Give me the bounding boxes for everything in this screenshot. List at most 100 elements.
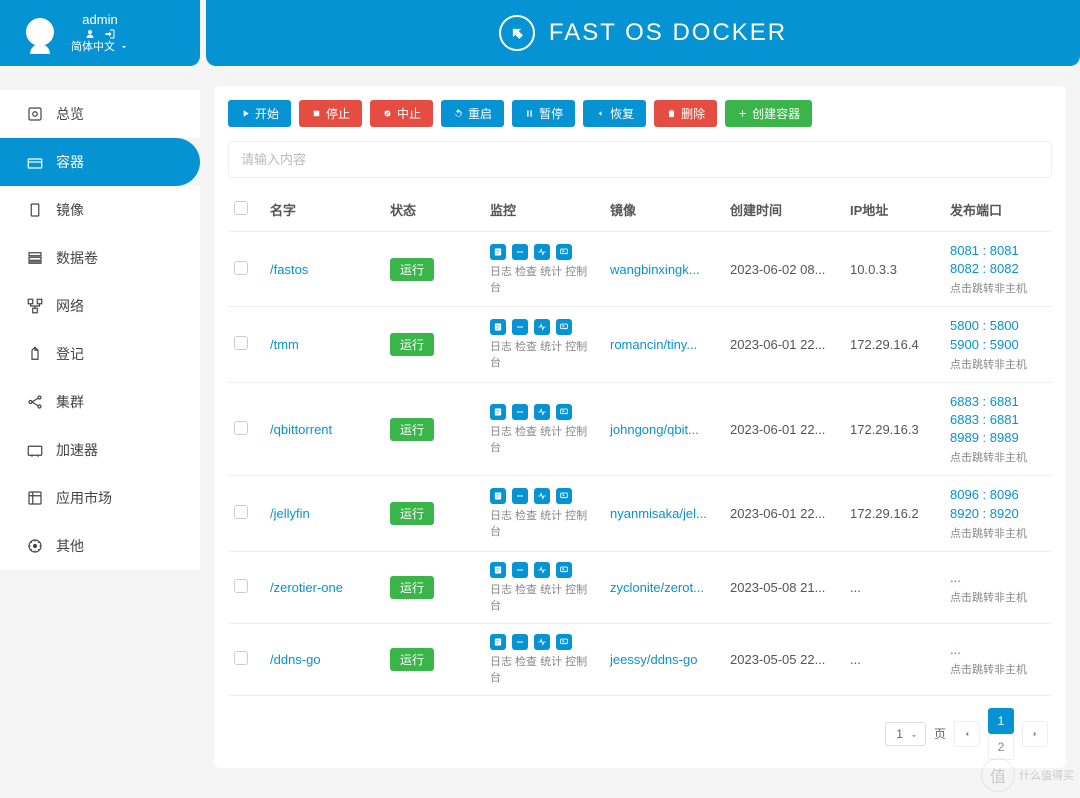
kill-button[interactable]: 中止 [370,100,433,127]
monitor-icons[interactable]: >_ [490,562,598,578]
ip-address: ... [844,551,944,623]
port-links[interactable]: ... [950,641,1046,659]
network-icon [26,297,44,315]
page-button-2[interactable]: 2 [988,734,1014,760]
ip-address: 172.29.16.2 [844,476,944,551]
row-checkbox[interactable] [234,336,248,350]
monitor-labels: 日志 检查 统计 控制台 [490,653,598,685]
container-name-link[interactable]: /tmm [264,307,384,382]
create-button[interactable]: 创建容器 [725,100,812,127]
container-name-link[interactable]: /ddns-go [264,623,384,695]
image-link[interactable]: wangbinxingk... [604,232,724,307]
port-links[interactable]: 5800 : 5800 5900 : 5900 [950,317,1046,353]
monitor-icons[interactable]: >_ [490,634,598,650]
sidebar-item-overview[interactable]: 总览 [0,90,200,138]
row-checkbox[interactable] [234,579,248,593]
sidebar-item-other[interactable]: 其他 [0,522,200,570]
port-hint: 点击跳转非主机 [950,280,1046,296]
svg-text:>_: >_ [562,493,566,497]
page-size-select[interactable]: 1 [885,722,926,746]
user-icon [84,28,96,40]
image-link[interactable]: jeessy/ddns-go [604,623,724,695]
volume-icon [26,249,44,267]
sidebar-item-label: 镜像 [56,200,84,220]
container-name-link[interactable]: /zerotier-one [264,551,384,623]
created-time: 2023-06-01 22... [724,307,844,382]
language-selector[interactable]: 简体中文 [71,40,129,54]
start-button[interactable]: 开始 [228,100,291,127]
container-table: 名字 状态 监控 镜像 创建时间 IP地址 发布端口 /fastos运行>_日志… [228,188,1052,696]
page-label: 页 [934,725,946,742]
brand-bar: FAST OS DOCKER [206,0,1080,66]
sidebar-item-registry[interactable]: 登记 [0,330,200,378]
brand-logo-icon [499,15,535,51]
monitor-icons[interactable]: >_ [490,488,598,504]
table-row: /zerotier-one运行>_日志 检查 统计 控制台zyclonite/z… [228,551,1052,623]
ip-address: 172.29.16.3 [844,382,944,476]
container-name-link[interactable]: /jellyfin [264,476,384,551]
col-monitor: 监控 [484,188,604,232]
svg-text:>_: >_ [562,567,566,571]
sidebar-item-cluster[interactable]: 集群 [0,378,200,426]
image-link[interactable]: romancin/tiny... [604,307,724,382]
logout-icon[interactable] [104,28,116,40]
monitor-labels: 日志 检查 统计 控制台 [490,263,598,295]
port-links[interactable]: ... [950,569,1046,587]
status-badge: 运行 [390,258,434,281]
stop-button[interactable]: 停止 [299,100,362,127]
image-link[interactable]: nyanmisaka/jel... [604,476,724,551]
image-link[interactable]: johngong/qbit... [604,382,724,476]
sidebar-item-volume[interactable]: 数据卷 [0,234,200,282]
container-panel: 开始 停止 中止 重启 暂停 恢复 删除 创建容器 名字 状态 监控 镜像 [214,86,1066,768]
port-hint: 点击跳转非主机 [950,589,1046,605]
accel-icon [26,441,44,459]
col-ports: 发布端口 [944,188,1052,232]
other-icon [26,537,44,555]
sidebar-item-image[interactable]: 镜像 [0,186,200,234]
table-row: /qbittorrent运行>_日志 检查 统计 控制台johngong/qbi… [228,382,1052,476]
monitor-icons[interactable]: >_ [490,404,598,420]
resume-button[interactable]: 恢复 [583,100,646,127]
monitor-icons[interactable]: >_ [490,319,598,335]
search-input[interactable] [228,141,1052,178]
chevron-down-icon [119,42,129,52]
select-all-checkbox[interactable] [234,201,248,215]
col-image: 镜像 [604,188,724,232]
username: admin [82,12,117,28]
sidebar-item-accel[interactable]: 加速器 [0,426,200,474]
pause-button[interactable]: 暂停 [512,100,575,127]
prev-page-button[interactable] [954,721,980,747]
monitor-icons[interactable]: >_ [490,244,598,260]
port-links[interactable]: 8081 : 8081 8082 : 8082 [950,242,1046,278]
table-row: /tmm运行>_日志 检查 统计 控制台romancin/tiny...2023… [228,307,1052,382]
sidebar-item-container[interactable]: 容器 [0,138,200,186]
created-time: 2023-05-05 22... [724,623,844,695]
table-row: /jellyfin运行>_日志 检查 统计 控制台nyanmisaka/jel.… [228,476,1052,551]
container-name-link[interactable]: /qbittorrent [264,382,384,476]
container-icon [26,153,44,171]
port-links[interactable]: 6883 : 6881 6883 : 6881 8989 : 8989 [950,393,1046,448]
registry-icon [26,345,44,363]
delete-button[interactable]: 删除 [654,100,717,127]
next-page-button[interactable] [1022,721,1048,747]
row-checkbox[interactable] [234,261,248,275]
row-checkbox[interactable] [234,421,248,435]
ip-address: ... [844,623,944,695]
cluster-icon [26,393,44,411]
container-name-link[interactable]: /fastos [264,232,384,307]
restart-button[interactable]: 重启 [441,100,504,127]
monitor-labels: 日志 检查 统计 控制台 [490,507,598,539]
avatar-icon [26,18,54,46]
row-checkbox[interactable] [234,651,248,665]
sidebar-item-market[interactable]: 应用市场 [0,474,200,522]
svg-text:>_: >_ [562,409,566,413]
image-icon [26,201,44,219]
row-checkbox[interactable] [234,505,248,519]
overview-icon [26,105,44,123]
sidebar-item-network[interactable]: 网络 [0,282,200,330]
sidebar-item-label: 网络 [56,296,84,316]
port-links[interactable]: 8096 : 8096 8920 : 8920 [950,486,1046,522]
image-link[interactable]: zyclonite/zerot... [604,551,724,623]
page-button-1[interactable]: 1 [988,708,1014,734]
col-status: 状态 [384,188,484,232]
